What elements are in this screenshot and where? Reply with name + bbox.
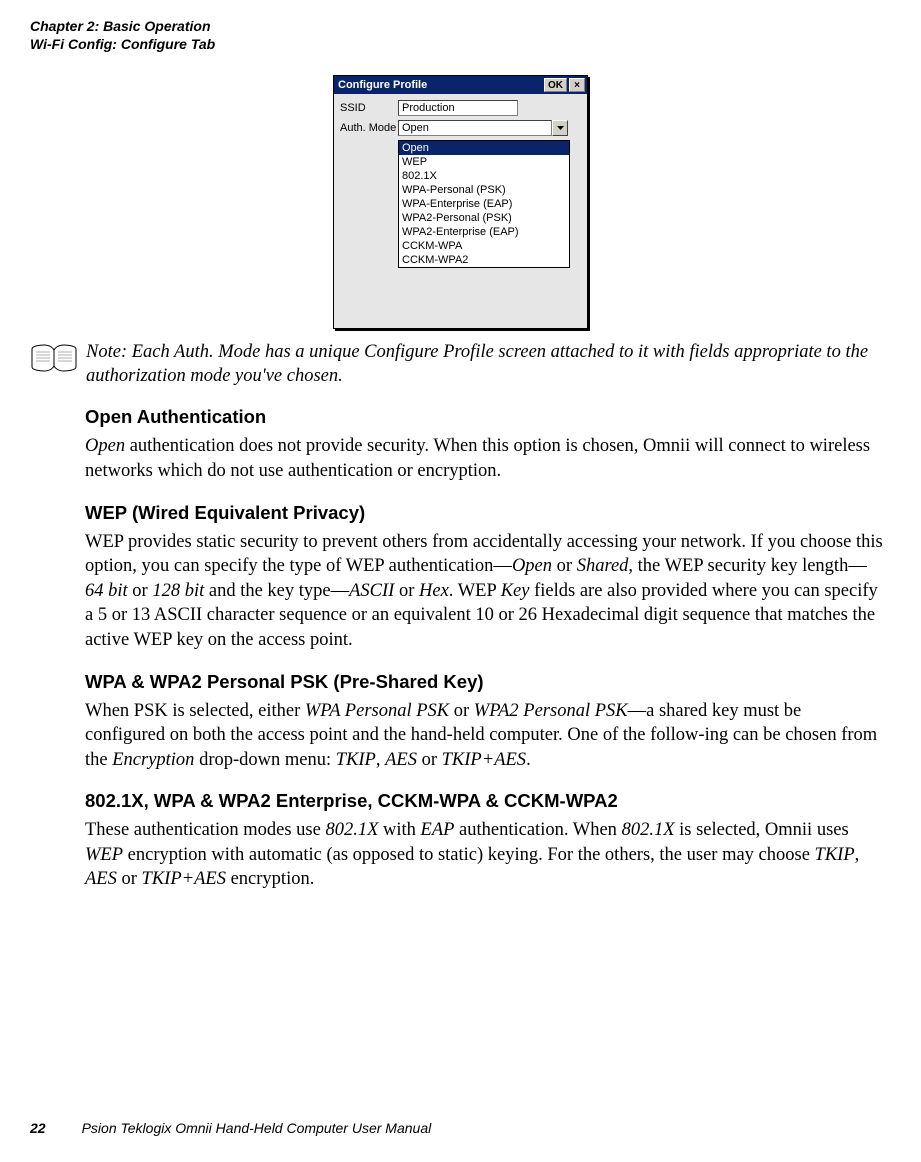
ssid-row: SSID Production bbox=[340, 100, 581, 116]
auth-option[interactable]: WPA2-Personal (PSK) bbox=[399, 211, 569, 225]
configure-profile-window: Configure Profile OK × SSID Production A… bbox=[333, 75, 588, 329]
running-head: Chapter 2: Basic Operation Wi-Fi Config:… bbox=[30, 18, 891, 53]
body-content: Open Authentication Open authentication … bbox=[85, 406, 883, 892]
book-icon bbox=[30, 343, 78, 378]
auth-option[interactable]: CCKM-WPA bbox=[399, 239, 569, 253]
chevron-down-icon[interactable] bbox=[552, 120, 568, 136]
auth-mode-value: Open bbox=[398, 120, 552, 136]
auth-option[interactable]: Open bbox=[399, 141, 569, 155]
running-head-section: Wi-Fi Config: Configure Tab bbox=[30, 36, 891, 54]
auth-option[interactable]: WEP bbox=[399, 155, 569, 169]
auth-mode-label: Auth. Mode bbox=[340, 122, 398, 134]
ssid-label: SSID bbox=[340, 102, 398, 114]
paragraph: Open authentication does not provide sec… bbox=[85, 434, 883, 483]
auth-mode-combobox[interactable]: Open bbox=[398, 120, 568, 136]
note-text: Note: Each Auth. Mode has a unique Confi… bbox=[86, 341, 891, 388]
page-number: 22 bbox=[30, 1120, 46, 1136]
auth-mode-dropdown[interactable]: Open WEP 802.1X WPA-Personal (PSK) WPA-E… bbox=[398, 140, 570, 268]
close-button[interactable]: × bbox=[569, 78, 585, 92]
heading-psk: WPA & WPA2 Personal PSK (Pre-Shared Key) bbox=[85, 671, 883, 693]
ssid-input[interactable]: Production bbox=[398, 100, 518, 116]
ok-button[interactable]: OK bbox=[544, 78, 567, 92]
paragraph: WEP provides static security to prevent … bbox=[85, 530, 883, 653]
auth-option[interactable]: WPA2-Enterprise (EAP) bbox=[399, 225, 569, 239]
heading-wep: WEP (Wired Equivalent Privacy) bbox=[85, 502, 883, 524]
page-footer: 22 Psion Teklogix Omnii Hand-Held Compute… bbox=[30, 1120, 891, 1136]
auth-option[interactable]: CCKM-WPA2 bbox=[399, 253, 569, 267]
note-body: Each Auth. Mode has a unique Configure P… bbox=[86, 342, 868, 386]
heading-open-auth: Open Authentication bbox=[85, 406, 883, 428]
running-head-chapter: Chapter 2: Basic Operation bbox=[30, 18, 891, 36]
note-block: Note: Each Auth. Mode has a unique Confi… bbox=[30, 341, 891, 388]
auth-option[interactable]: WPA-Personal (PSK) bbox=[399, 183, 569, 197]
paragraph: When PSK is selected, either WPA Persona… bbox=[85, 699, 883, 773]
footer-title: Psion Teklogix Omnii Hand-Held Computer … bbox=[82, 1120, 432, 1136]
auth-mode-row: Auth. Mode Open bbox=[340, 120, 581, 136]
window-titlebar: Configure Profile OK × bbox=[334, 76, 587, 94]
heading-enterprise: 802.1X, WPA & WPA2 Enterprise, CCKM-WPA … bbox=[85, 790, 883, 812]
auth-option[interactable]: WPA-Enterprise (EAP) bbox=[399, 197, 569, 211]
window-title: Configure Profile bbox=[338, 79, 427, 91]
note-label: Note: bbox=[86, 342, 127, 362]
paragraph: These authentication modes use 802.1X wi… bbox=[85, 818, 883, 892]
window-body: SSID Production Auth. Mode Open Open WEP… bbox=[334, 94, 587, 328]
auth-option[interactable]: 802.1X bbox=[399, 169, 569, 183]
